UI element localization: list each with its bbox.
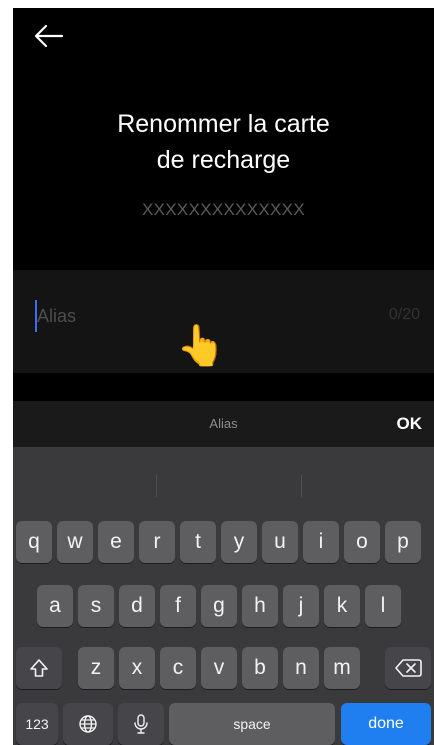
suggestion-divider [156,475,157,497]
keyboard-accessory-bar: Alias OK [13,401,434,447]
key-g[interactable]: g [201,585,237,627]
key-x[interactable]: x [119,647,155,689]
microphone-key[interactable] [118,703,164,745]
globe-icon [79,715,97,733]
character-counter: 0/20 [388,306,420,323]
key-u[interactable]: u [262,521,298,563]
suggestion-divider [301,475,302,497]
screen: Renommer la carte de recharge XXXXXXXXXX… [13,8,434,745]
keyboard: q w e r t y u i o p a s d f g h j k l z … [13,447,434,745]
key-a[interactable]: a [37,585,73,627]
microphone-icon [134,714,148,734]
key-j[interactable]: j [283,585,319,627]
key-d[interactable]: d [119,585,155,627]
key-c[interactable]: c [160,647,196,689]
key-h[interactable]: h [242,585,278,627]
key-r[interactable]: r [139,521,175,563]
suggestion-bar [13,447,434,499]
arrow-left-icon [34,24,64,48]
key-b[interactable]: b [242,647,278,689]
key-f[interactable]: f [160,585,196,627]
globe-key[interactable] [63,703,113,745]
key-v[interactable]: v [201,647,237,689]
page-title-line-2: de recharge [156,146,291,174]
page-title: Renommer la carte de recharge [13,106,434,178]
key-y[interactable]: y [221,521,257,563]
key-p[interactable]: p [385,521,421,563]
space-key[interactable]: space [169,703,335,745]
key-k[interactable]: k [324,585,360,627]
shift-icon [30,659,48,677]
back-button[interactable] [29,16,69,56]
key-s[interactable]: s [78,585,114,627]
page-title-line-1: Renommer la carte [117,110,330,138]
key-o[interactable]: o [344,521,380,563]
key-l[interactable]: l [365,585,401,627]
numbers-key[interactable]: 123 [16,703,58,745]
key-w[interactable]: w [57,521,93,563]
shift-key[interactable] [16,647,62,689]
accessory-field-label: Alias [209,416,238,431]
text-caret [35,300,37,332]
pointing-hand-icon: 👆 [176,324,226,368]
key-z[interactable]: z [78,647,114,689]
key-t[interactable]: t [180,521,216,563]
done-key[interactable]: done [341,703,431,745]
backspace-icon [395,659,422,677]
key-i[interactable]: i [303,521,339,563]
ok-button[interactable]: OK [393,409,427,439]
key-m[interactable]: m [324,647,360,689]
card-number: XXXXXXXXXXXXXX [142,200,305,219]
delete-key[interactable] [385,647,431,689]
key-e[interactable]: e [98,521,134,563]
key-q[interactable]: q [16,521,52,563]
key-n[interactable]: n [283,647,319,689]
